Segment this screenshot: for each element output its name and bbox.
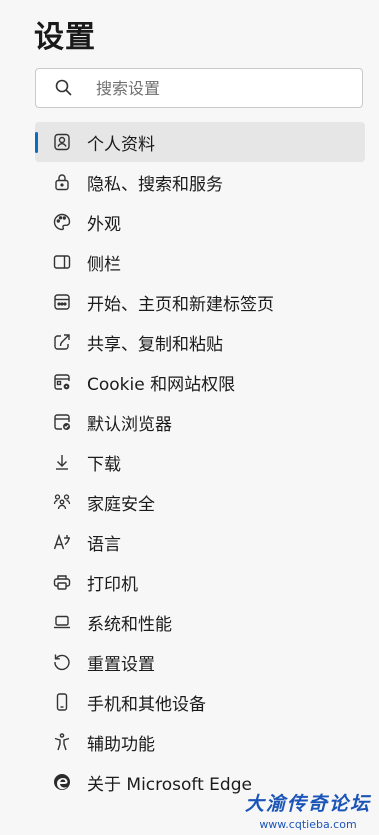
nav-item-label: 个人资料 xyxy=(87,134,155,155)
lock-icon xyxy=(51,171,73,193)
settings-nav: 个人资料 隐私、搜索和服务 外观 侧栏 开始、主页和新建标签页 共享、复制和粘贴… xyxy=(35,122,365,802)
watermark-url: www.cqtieba.com xyxy=(259,818,357,831)
start-page-icon xyxy=(51,291,73,313)
forum-watermark: 大渝传奇论坛 www.cqtieba.com xyxy=(245,789,371,831)
share-icon xyxy=(51,331,73,353)
nav-item-label: 语言 xyxy=(87,534,121,555)
nav-item-label: 辅助功能 xyxy=(87,734,155,755)
language-icon xyxy=(51,531,73,553)
nav-item-accessibility[interactable]: 辅助功能 xyxy=(35,722,365,762)
page-title: 设置 xyxy=(34,20,96,55)
profile-icon xyxy=(51,131,73,153)
nav-item-label: Cookie 和网站权限 xyxy=(87,374,236,395)
nav-item-downloads[interactable]: 下载 xyxy=(35,442,365,482)
nav-item-languages[interactable]: 语言 xyxy=(35,522,365,562)
nav-item-label: 家庭安全 xyxy=(87,494,155,515)
nav-item-start-home-newtab[interactable]: 开始、主页和新建标签页 xyxy=(35,282,365,322)
nav-item-phone-devices[interactable]: 手机和其他设备 xyxy=(35,682,365,722)
nav-item-label: 系统和性能 xyxy=(87,614,172,635)
nav-item-label: 手机和其他设备 xyxy=(87,694,206,715)
nav-item-label: 重置设置 xyxy=(87,654,155,675)
nav-item-default-browser[interactable]: 默认浏览器 xyxy=(35,402,365,442)
nav-item-family-safety[interactable]: 家庭安全 xyxy=(35,482,365,522)
edge-logo-icon xyxy=(51,771,73,793)
nav-item-privacy[interactable]: 隐私、搜索和服务 xyxy=(35,162,365,202)
sidebar-icon xyxy=(51,251,73,273)
nav-item-profile[interactable]: 个人资料 xyxy=(35,122,365,162)
nav-item-label: 关于 Microsoft Edge xyxy=(87,774,252,795)
download-icon xyxy=(51,451,73,473)
phone-icon xyxy=(51,691,73,713)
nav-item-printers[interactable]: 打印机 xyxy=(35,562,365,602)
default-browser-icon xyxy=(51,411,73,433)
nav-item-appearance[interactable]: 外观 xyxy=(35,202,365,242)
palette-icon xyxy=(51,211,73,233)
nav-item-sidebar[interactable]: 侧栏 xyxy=(35,242,365,282)
nav-item-system-performance[interactable]: 系统和性能 xyxy=(35,602,365,642)
reset-icon xyxy=(51,651,73,673)
nav-item-label: 开始、主页和新建标签页 xyxy=(87,294,274,315)
accessibility-icon xyxy=(51,731,73,753)
laptop-icon xyxy=(51,611,73,633)
nav-item-label: 外观 xyxy=(87,214,121,235)
search-icon xyxy=(54,78,74,98)
family-icon xyxy=(51,491,73,513)
nav-item-label: 侧栏 xyxy=(87,254,121,275)
printer-icon xyxy=(51,571,73,593)
nav-item-label: 共享、复制和粘贴 xyxy=(87,334,223,355)
nav-item-reset-settings[interactable]: 重置设置 xyxy=(35,642,365,682)
nav-item-cookies-permissions[interactable]: Cookie 和网站权限 xyxy=(35,362,365,402)
search-input[interactable] xyxy=(94,77,328,99)
watermark-title: 大渝传奇论坛 xyxy=(244,793,371,815)
nav-item-label: 下载 xyxy=(87,454,121,475)
nav-item-share-copy-paste[interactable]: 共享、复制和粘贴 xyxy=(35,322,365,362)
site-permissions-icon xyxy=(51,371,73,393)
nav-item-label: 隐私、搜索和服务 xyxy=(87,174,223,195)
nav-item-label: 默认浏览器 xyxy=(87,414,172,435)
search-box[interactable] xyxy=(35,68,363,108)
nav-item-label: 打印机 xyxy=(87,574,138,595)
